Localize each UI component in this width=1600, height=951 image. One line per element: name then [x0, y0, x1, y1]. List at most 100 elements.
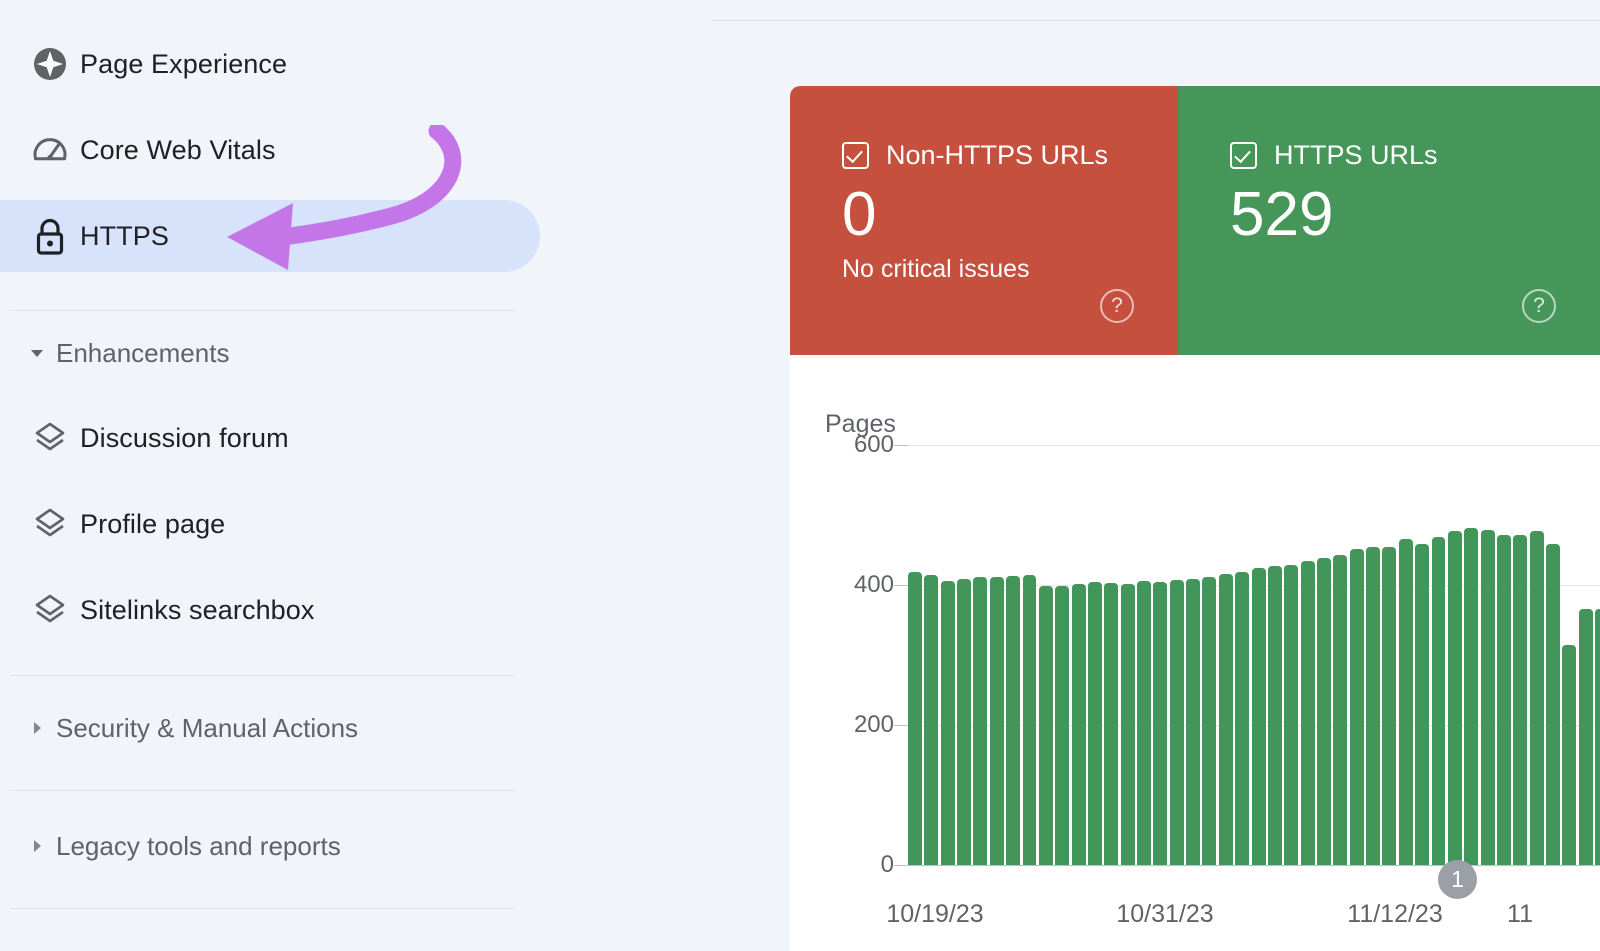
- chart-bar[interactable]: [1333, 555, 1347, 865]
- chart-bar[interactable]: [924, 575, 938, 866]
- summary-cards-strip: Non-HTTPS URLs 0 No critical issues ? HT…: [790, 86, 1600, 355]
- chart-x-tick-label: 10/19/23: [886, 900, 983, 929]
- chart-bar[interactable]: [1317, 558, 1331, 865]
- sidebar-section-label: Enhancements: [56, 338, 229, 369]
- chart-bar[interactable]: [1497, 535, 1511, 865]
- core-web-vitals-gauge-icon: [30, 130, 80, 170]
- chart-bar[interactable]: [1513, 535, 1527, 865]
- main-content-pane: Non-HTTPS URLs 0 No critical issues ? HT…: [775, 0, 1600, 951]
- chart-tick-stub: [894, 865, 908, 866]
- sidebar-section-label: Legacy tools and reports: [56, 831, 341, 862]
- chart-bar[interactable]: [1006, 576, 1020, 865]
- chart-plot-area: [908, 445, 1600, 865]
- chart-bar[interactable]: [1219, 574, 1233, 865]
- sidebar-section-security-manual-actions[interactable]: Security & Manual Actions: [0, 698, 358, 758]
- sidebar-item-discussion-forum[interactable]: Discussion forum: [0, 402, 540, 474]
- checked-box-icon[interactable]: [842, 142, 869, 169]
- https-urls-card[interactable]: HTTPS URLs 529 ?: [1178, 86, 1600, 355]
- chart-bar[interactable]: [1252, 568, 1266, 865]
- chart-y-axis: 6004002000: [810, 355, 894, 951]
- chart-bar[interactable]: [1546, 544, 1560, 865]
- chart-bar[interactable]: [1448, 531, 1462, 865]
- chart-tick-stub: [894, 725, 908, 726]
- chart-bar[interactable]: [1235, 572, 1249, 865]
- chart-bar[interactable]: [908, 572, 922, 865]
- help-circle-icon[interactable]: ?: [1522, 289, 1556, 323]
- sidebar-item-label: Profile page: [80, 509, 225, 540]
- sidebar-item-label: Core Web Vitals: [80, 135, 276, 166]
- caret-right-icon: [18, 718, 56, 738]
- chart-bar[interactable]: [1284, 565, 1298, 865]
- chart-bar[interactable]: [973, 577, 987, 865]
- chart-bar[interactable]: [1121, 584, 1135, 865]
- sidebar-item-page-experience[interactable]: Page Experience: [0, 28, 540, 100]
- sidebar-item-label: HTTPS: [80, 221, 169, 252]
- chart-x-tick-label: 11: [1507, 900, 1533, 929]
- page-experience-icon: [30, 44, 80, 84]
- chart-bar[interactable]: [1366, 547, 1380, 866]
- sidebar-divider: [10, 675, 515, 676]
- card-header: Non-HTTPS URLs: [842, 140, 1178, 171]
- sidebar-section-enhancements[interactable]: Enhancements: [0, 323, 229, 383]
- card-subtitle: No critical issues: [842, 255, 1178, 284]
- chart-bar[interactable]: [1186, 579, 1200, 865]
- chart-bar[interactable]: [1104, 583, 1118, 865]
- sidebar-item-profile-page[interactable]: Profile page: [0, 488, 540, 560]
- chart-x-tick-label: 11/12/23: [1347, 900, 1442, 929]
- sidebar-section-label: Security & Manual Actions: [56, 713, 358, 744]
- sidebar-item-label: Discussion forum: [80, 423, 289, 454]
- chart-bar[interactable]: [1595, 609, 1600, 865]
- chart-bar[interactable]: [1072, 584, 1086, 865]
- chart-tick-stub: [894, 445, 908, 446]
- chart-y-tick-label: 0: [810, 851, 894, 879]
- chart-bar[interactable]: [1562, 645, 1576, 866]
- sidebar-item-https[interactable]: HTTPS: [0, 200, 540, 272]
- chart-bar[interactable]: [1039, 586, 1053, 865]
- sidebar-item-core-web-vitals[interactable]: Core Web Vitals: [0, 114, 540, 186]
- chart-bar[interactable]: [1301, 561, 1315, 865]
- chart-bar[interactable]: [1432, 537, 1446, 865]
- card-title: HTTPS URLs: [1274, 140, 1438, 171]
- checked-box-icon[interactable]: [1230, 142, 1257, 169]
- chart-bar[interactable]: [1415, 544, 1429, 865]
- sidebar-item-label: Page Experience: [80, 49, 287, 80]
- chart-bar[interactable]: [1268, 566, 1282, 865]
- left-sidebar-navigation: Page Experience Core Web Vitals: [0, 0, 775, 951]
- chart-bar[interactable]: [1088, 582, 1102, 865]
- chart-bar[interactable]: [1170, 580, 1184, 865]
- sidebar-item-sitelinks-searchbox[interactable]: Sitelinks searchbox: [0, 574, 540, 646]
- non-https-urls-card[interactable]: Non-HTTPS URLs 0 No critical issues ?: [790, 86, 1178, 355]
- sidebar-divider: [10, 310, 515, 311]
- chart-tick-stub: [894, 585, 908, 586]
- chart-bar[interactable]: [1023, 575, 1037, 865]
- sidebar-section-legacy-tools-and-reports[interactable]: Legacy tools and reports: [0, 816, 341, 876]
- chart-bar[interactable]: [1382, 547, 1396, 866]
- lock-icon: [30, 215, 80, 257]
- chart-bar[interactable]: [1579, 609, 1593, 865]
- chart-annotation-badge[interactable]: 1: [1438, 860, 1477, 899]
- chart-bar[interactable]: [1399, 539, 1413, 865]
- chart-bar[interactable]: [990, 577, 1004, 865]
- chart-x-tick-label: 10/31/23: [1116, 900, 1213, 929]
- card-value: 0: [842, 179, 1178, 251]
- chart-bar[interactable]: [1350, 549, 1364, 865]
- chart-bar[interactable]: [1481, 530, 1495, 865]
- chart-bar[interactable]: [1530, 531, 1544, 865]
- sidebar-divider: [10, 908, 515, 909]
- help-circle-icon[interactable]: ?: [1100, 289, 1134, 323]
- layers-icon: [30, 504, 80, 544]
- chart-bar[interactable]: [957, 579, 971, 865]
- card-title: Non-HTTPS URLs: [886, 140, 1108, 171]
- layers-icon: [30, 418, 80, 458]
- chart-bar[interactable]: [1137, 581, 1151, 865]
- sidebar-item-label: Sitelinks searchbox: [80, 595, 315, 626]
- chart-bar[interactable]: [1464, 528, 1478, 865]
- chart-bars: [908, 445, 1600, 865]
- chart-bar[interactable]: [1055, 586, 1069, 865]
- chart-bar[interactable]: [941, 581, 955, 865]
- pages-over-time-bar-chart: Pages 6004002000 1 10/19/2310/31/2311/12…: [790, 355, 1600, 951]
- chart-bar[interactable]: [1153, 582, 1167, 865]
- google-search-console-https-report: Page Experience Core Web Vitals: [0, 0, 1600, 951]
- chart-y-tick-label: 400: [810, 571, 894, 599]
- chart-bar[interactable]: [1202, 577, 1216, 865]
